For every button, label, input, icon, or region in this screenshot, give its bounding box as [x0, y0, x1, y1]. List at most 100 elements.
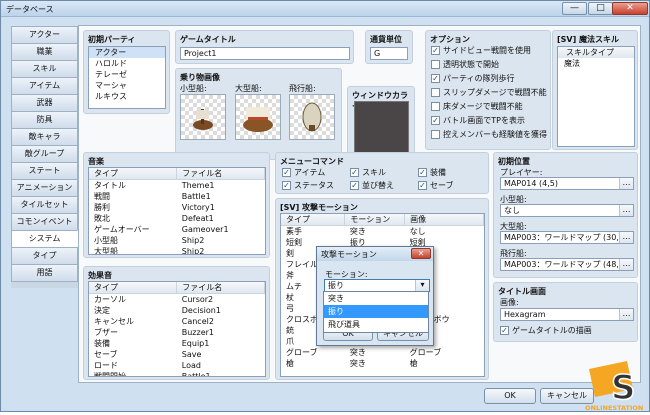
- motion-type: 槍: [286, 359, 294, 368]
- motion-option[interactable]: 突き: [324, 292, 428, 305]
- tab-12[interactable]: システム: [11, 230, 78, 248]
- music-type: 大型船: [94, 247, 118, 255]
- motion-option[interactable]: 飛び道具: [324, 318, 428, 331]
- sound-effects-heading: 効果音: [88, 271, 112, 280]
- tab-14[interactable]: 用語: [11, 264, 78, 282]
- music-row[interactable]: 戦闘 Battle1: [89, 191, 265, 202]
- tab-1[interactable]: 職業: [11, 43, 78, 61]
- checkbox-icon: ✓: [431, 46, 440, 55]
- tab-4[interactable]: 武器: [11, 94, 78, 112]
- start-position-field[interactable]: MAP014 (4,5) …: [500, 177, 634, 190]
- option-checkbox[interactable]: ✓ バトル画面でTPを表示: [431, 116, 525, 126]
- start-position-field[interactable]: MAP003：ワールドマップ (30,48)…: [500, 231, 634, 244]
- sound-row[interactable]: セーブ Save: [89, 349, 265, 360]
- tab-5[interactable]: 防具: [11, 111, 78, 129]
- menu-command-checkbox[interactable]: ✓ スキル: [350, 168, 386, 178]
- music-row[interactable]: タイトル Theme1: [89, 180, 265, 192]
- music-row[interactable]: 大型船 Ship2: [89, 246, 265, 255]
- option-checkbox[interactable]: 床ダメージで戦闘不能: [431, 102, 523, 112]
- music-row[interactable]: 小型船 Ship2: [89, 235, 265, 246]
- music-table[interactable]: タイプ ファイル名 タイトル Theme1 戦闘 Battle1 勝利 Victory1 敗…: [88, 167, 266, 255]
- party-member[interactable]: ルキウス: [89, 91, 165, 102]
- menu-command-checkbox[interactable]: ✓ ステータス: [282, 181, 334, 191]
- sound-file: Battle1: [181, 372, 211, 377]
- title-bar[interactable]: データベース — □ ✕: [1, 1, 649, 17]
- music-row[interactable]: ゲームオーバー Gameover1: [89, 224, 265, 235]
- party-member[interactable]: テレーゼ: [89, 69, 165, 80]
- tab-0[interactable]: アクター: [11, 26, 78, 44]
- menu-command-checkbox[interactable]: ✓ セーブ: [418, 181, 454, 191]
- ellipsis-button[interactable]: …: [619, 259, 633, 270]
- sound-row[interactable]: ロード Load: [89, 360, 265, 371]
- tab-9[interactable]: アニメーション: [11, 179, 78, 197]
- ellipsis-button[interactable]: …: [619, 205, 633, 216]
- menu-command-checkbox[interactable]: ✓ 装備: [418, 168, 446, 178]
- motion-row[interactable]: 素手 突き なし: [281, 226, 484, 238]
- magic-skills-row[interactable]: 魔法: [558, 58, 634, 69]
- tab-7[interactable]: 敵グループ: [11, 145, 78, 163]
- option-checkbox[interactable]: スリップダメージで戦闘不能: [431, 88, 547, 98]
- title-image-browse-button[interactable]: …: [619, 309, 633, 320]
- game-title-input[interactable]: Project1: [180, 47, 350, 60]
- tab-10[interactable]: タイルセット: [11, 196, 78, 214]
- dialog-close-button[interactable]: ✕: [411, 248, 431, 259]
- airship-image[interactable]: [289, 94, 335, 140]
- checkbox-icon: [431, 60, 440, 69]
- magic-skills-list[interactable]: スキルタイプ 魔法: [557, 46, 635, 147]
- start-position-value: MAP014 (4,5): [504, 179, 558, 188]
- window-color-swatch[interactable]: [354, 101, 409, 156]
- chevron-down-icon: ▾: [415, 280, 429, 291]
- motion-row[interactable]: 槍 突き 槍: [281, 358, 484, 369]
- close-button[interactable]: ✕: [612, 2, 648, 15]
- motion-row[interactable]: グローブ 突き グローブ: [281, 347, 484, 358]
- music-row[interactable]: 勝利 Victory1: [89, 202, 265, 213]
- maximize-button[interactable]: □: [588, 2, 613, 15]
- option-checkbox[interactable]: ✓ サイドビュー戦闘を使用: [431, 46, 531, 56]
- party-member[interactable]: マーシャ: [89, 80, 165, 91]
- motion-col-image: 画像: [404, 214, 484, 226]
- currency-group: 通貨単位 G: [365, 30, 413, 64]
- menu-command-checkbox[interactable]: ✓ アイテム: [282, 168, 325, 178]
- tab-6[interactable]: 敵キャラ: [11, 128, 78, 146]
- sound-row[interactable]: 決定 Decision1: [89, 305, 265, 316]
- ship-sprite: [243, 107, 273, 132]
- boat-image[interactable]: [180, 94, 226, 140]
- option-checkbox[interactable]: ✓ パーティの隊列歩行: [431, 74, 515, 84]
- ellipsis-button[interactable]: …: [619, 178, 633, 189]
- tab-11[interactable]: コモンイベント: [11, 213, 78, 231]
- tab-13[interactable]: タイプ: [11, 247, 78, 265]
- sound-row[interactable]: カーソル Cursor2: [89, 294, 265, 306]
- sound-row[interactable]: キャンセル Cancel2: [89, 316, 265, 327]
- sound-row[interactable]: 装備 Equip1: [89, 338, 265, 349]
- sound-row[interactable]: 戦闘開始 Battle1: [89, 371, 265, 377]
- currency-input[interactable]: G: [370, 47, 408, 60]
- music-row[interactable]: 敗北 Defeat1: [89, 213, 265, 224]
- motion-option[interactable]: 振り: [324, 305, 428, 318]
- party-member[interactable]: ハロルド: [89, 58, 165, 69]
- ellipsis-button[interactable]: …: [619, 232, 633, 243]
- option-checkbox[interactable]: 透明状態で開始: [431, 60, 499, 70]
- draw-title-check-icon: ✓: [500, 326, 509, 335]
- tab-8[interactable]: ステート: [11, 162, 78, 180]
- option-checkbox[interactable]: 控えメンバーも経験値を獲得: [431, 130, 547, 140]
- menu-commands-group: メニューコマンド ✓ アイテム ✓ スキル ✓ 装備 ✓ ステータス ✓ 並び替え ✓ セーブ: [275, 152, 489, 194]
- motion-col-motion: モーション: [344, 214, 406, 226]
- sound-row[interactable]: ブザー Buzzer1: [89, 327, 265, 338]
- option-label: 控えメンバーも経験値を獲得: [443, 130, 547, 139]
- sound-effects-table[interactable]: タイプ ファイル名 カーソル Cursor2 決定 Decision1 キャンセル Can…: [88, 281, 266, 377]
- checkbox-icon: ✓: [282, 181, 291, 190]
- title-image-select[interactable]: Hexagram …: [500, 308, 634, 321]
- party-list[interactable]: アクター ハロルド テレーゼ マーシャ ルキウス: [88, 46, 166, 109]
- tab-3[interactable]: アイテム: [11, 77, 78, 95]
- start-position-field[interactable]: なし…: [500, 204, 634, 217]
- ship-image[interactable]: [235, 94, 281, 140]
- draw-title-checkbox[interactable]: ✓ ゲームタイトルの描画: [500, 326, 592, 336]
- airship-sprite: [302, 102, 322, 132]
- start-position-field[interactable]: MAP003：ワールドマップ (48,11)…: [500, 258, 634, 271]
- tab-2[interactable]: スキル: [11, 60, 78, 78]
- minimize-button[interactable]: —: [562, 2, 587, 15]
- menu-command-checkbox[interactable]: ✓ 並び替え: [350, 181, 394, 191]
- music-file: Ship2: [181, 236, 205, 245]
- ok-button[interactable]: OK: [484, 388, 536, 404]
- party-member[interactable]: アクター: [89, 47, 165, 58]
